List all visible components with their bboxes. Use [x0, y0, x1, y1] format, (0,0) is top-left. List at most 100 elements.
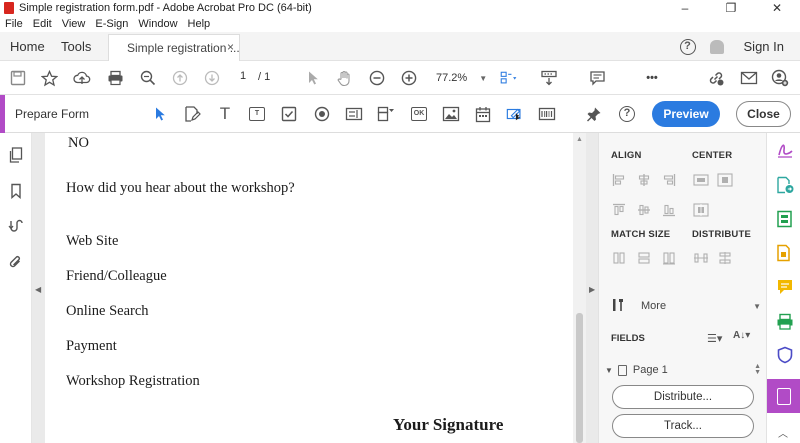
match-width-icon[interactable]	[636, 251, 652, 265]
align-center-horizontal-icon[interactable]	[636, 173, 652, 187]
center-both-icon[interactable]	[693, 203, 709, 217]
page-display-icon[interactable]	[500, 69, 518, 87]
left-panel-toggle[interactable]: ◀	[32, 133, 45, 443]
menu-bar: File Edit View E-Sign Window Help	[0, 16, 800, 32]
preview-button[interactable]: Preview	[652, 101, 720, 127]
center-horizontal-icon[interactable]	[693, 173, 709, 187]
share-link-icon[interactable]	[707, 69, 725, 87]
menu-esign[interactable]: E-Sign	[95, 18, 128, 30]
align-middle-vertical-icon[interactable]	[636, 203, 652, 217]
export-pdf-icon[interactable]	[776, 176, 794, 194]
menu-edit[interactable]: Edit	[33, 18, 52, 30]
doc-line: Web Site	[66, 233, 119, 249]
match-both-icon[interactable]	[661, 251, 677, 265]
document-scrollbar[interactable]: ▲	[573, 133, 586, 443]
comment-icon[interactable]	[588, 69, 606, 87]
bookmarks-icon[interactable]	[8, 183, 24, 199]
create-pdf-icon[interactable]	[776, 210, 792, 228]
help-icon[interactable]: ?	[679, 38, 696, 55]
align-right-icon[interactable]	[661, 173, 677, 187]
notification-bell-icon[interactable]	[709, 39, 724, 54]
next-page-icon[interactable]	[203, 69, 221, 87]
protect-shield-icon[interactable]	[776, 346, 793, 364]
tab-document[interactable]: Simple registration ... ×	[108, 34, 240, 61]
more-tools-icon[interactable]: •••	[643, 69, 661, 87]
sort-alpha-icon[interactable]: A↓▾	[733, 330, 750, 341]
zoom-out-icon[interactable]	[368, 69, 386, 87]
previous-page-icon[interactable]	[171, 69, 189, 87]
zoom-search-icon[interactable]	[139, 69, 157, 87]
date-field-icon[interactable]	[474, 105, 492, 123]
distribute-button[interactable]: Distribute...	[612, 385, 754, 409]
barcode-field-icon[interactable]	[538, 105, 556, 123]
zoom-dropdown[interactable]: 77.2% ▼	[430, 70, 487, 86]
page-number-input[interactable]: 1	[231, 70, 255, 86]
center-vertical-icon[interactable]	[717, 173, 733, 187]
order-tab-icon[interactable]	[8, 219, 24, 235]
tree-scroll-icon[interactable]: ▲ ▼	[754, 363, 761, 376]
radio-button-icon[interactable]	[313, 105, 331, 123]
comment-tool-icon[interactable]	[776, 278, 792, 296]
attachments-icon[interactable]	[8, 254, 24, 270]
button-field-icon[interactable]: OK	[410, 105, 428, 123]
menu-view[interactable]: View	[62, 18, 86, 30]
signature-field-icon[interactable]	[506, 105, 524, 123]
print-icon[interactable]	[106, 69, 124, 87]
distribute-vertical-icon[interactable]	[717, 251, 733, 265]
print-production-icon[interactable]	[776, 313, 793, 331]
list-box-icon[interactable]	[345, 105, 363, 123]
select-arrow-icon[interactable]	[304, 69, 322, 87]
doc-line: Online Search	[66, 303, 149, 319]
fill-sign-icon[interactable]	[776, 141, 793, 159]
scroll-up-icon[interactable]: ▲	[576, 136, 583, 143]
tab-tools[interactable]: Tools	[61, 39, 91, 54]
scroll-mode-icon[interactable]	[540, 69, 558, 87]
prepare-form-tool-active[interactable]	[767, 379, 800, 413]
bookmark-star-icon[interactable]	[40, 69, 58, 87]
page-thumbnails-icon[interactable]	[8, 147, 24, 163]
hand-tool-icon[interactable]	[335, 69, 353, 87]
match-size-heading: MATCH SIZE	[611, 229, 671, 240]
restore-button[interactable]: ❐	[708, 0, 754, 16]
align-left-icon[interactable]	[611, 173, 627, 187]
close-form-button[interactable]: Close	[736, 101, 791, 127]
text-field-icon[interactable]: T	[248, 105, 266, 123]
menu-help[interactable]: Help	[188, 18, 211, 30]
save-icon[interactable]	[9, 69, 27, 87]
edit-form-icon[interactable]	[183, 105, 201, 123]
more-properties-dropdown[interactable]: More ▼	[611, 296, 761, 316]
right-panel-toggle[interactable]: ▶	[586, 133, 598, 443]
sort-order-icon[interactable]: ☰▾	[707, 332, 722, 345]
minimize-button[interactable]: –	[662, 0, 708, 16]
fields-tree-page[interactable]: ▼ Page 1 ▲ ▼	[605, 362, 761, 378]
page-label: Page 1	[632, 364, 668, 376]
email-icon[interactable]	[740, 69, 758, 87]
align-top-icon[interactable]	[611, 203, 627, 217]
distribute-horizontal-icon[interactable]	[693, 251, 709, 265]
form-properties-panel: ALIGN CENTER MATCH SIZE DISTRIBUTE More …	[598, 133, 766, 443]
checkbox-icon[interactable]	[280, 105, 298, 123]
tab-home[interactable]: Home	[10, 39, 45, 54]
match-height-icon[interactable]	[611, 251, 627, 265]
menu-window[interactable]: Window	[138, 18, 177, 30]
center-heading: CENTER	[692, 150, 733, 161]
menu-file[interactable]: File	[5, 18, 23, 30]
close-tab-icon[interactable]: ×	[227, 40, 234, 54]
zoom-in-icon[interactable]	[400, 69, 418, 87]
upload-cloud-icon[interactable]	[73, 69, 91, 87]
pin-icon[interactable]	[585, 105, 603, 123]
add-user-icon[interactable]	[771, 69, 789, 87]
sign-in-link[interactable]: Sign In	[744, 39, 784, 54]
track-button[interactable]: Track...	[612, 414, 754, 438]
edit-pdf-icon[interactable]	[776, 244, 792, 262]
chevron-up-icon[interactable]: ︿	[778, 425, 788, 440]
form-help-icon[interactable]: ?	[618, 105, 636, 123]
text-tool-icon[interactable]: T	[216, 104, 234, 123]
select-object-icon[interactable]	[151, 105, 169, 123]
image-field-icon[interactable]	[442, 105, 460, 123]
align-bottom-icon[interactable]	[661, 203, 677, 217]
dropdown-field-icon[interactable]	[377, 105, 395, 123]
scrollbar-thumb[interactable]	[576, 313, 583, 443]
close-window-button[interactable]: ✕	[754, 0, 800, 16]
doc-line: Payment	[66, 338, 117, 354]
